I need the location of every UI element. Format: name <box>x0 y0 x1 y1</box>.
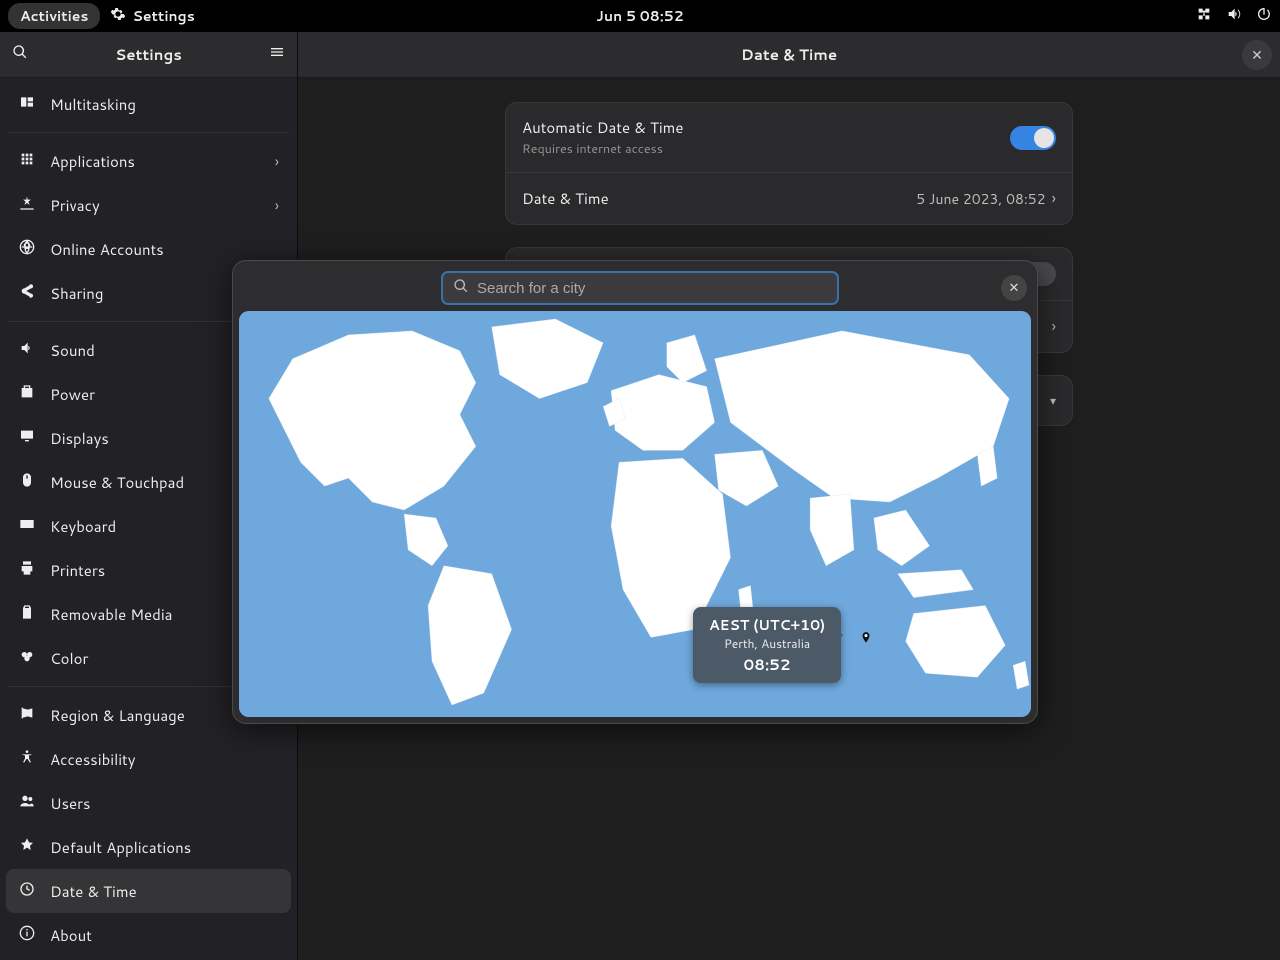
sidebar-item-label: Multitasking <box>50 94 279 115</box>
sidebar-item-accessibility[interactable]: Accessibility <box>6 737 291 781</box>
datetime-group: Automatic Date & Time Requires internet … <box>505 102 1073 225</box>
auto-datetime-switch[interactable] <box>1010 126 1056 150</box>
chevron-right-icon: › <box>1052 187 1056 210</box>
page-title: Date & Time <box>336 44 1242 65</box>
world-map-svg <box>239 311 1031 717</box>
power-icon <box>18 384 36 405</box>
hamburger-menu-icon[interactable] <box>257 43 297 66</box>
datetime-row[interactable]: Date & Time 5 June 2023, 08:52 › <box>506 172 1072 224</box>
sidebar-item-date-time[interactable]: Date & Time <box>6 869 291 913</box>
close-button[interactable]: ✕ <box>1242 40 1272 70</box>
system-tray <box>1196 6 1272 27</box>
multitasking-icon <box>18 94 36 115</box>
sidebar-item-default-applications[interactable]: Default Applications <box>6 825 291 869</box>
timezone-tooltip: AEST (UTC+10) Perth, Australia 08:52 <box>693 607 841 683</box>
sidebar-item-label: Default Applications <box>50 837 279 858</box>
sidebar-item-multitasking[interactable]: Multitasking <box>6 82 291 126</box>
sidebar-item-label: Online Accounts <box>50 239 279 260</box>
chevron-right-icon: › <box>1052 315 1056 338</box>
auto-datetime-sub: Requires internet access <box>522 140 1010 158</box>
tooltip-city: Perth, Australia <box>709 635 825 652</box>
top-bar: Activities Settings Jun 5 08:52 <box>0 0 1280 32</box>
sidebar-item-label: Privacy <box>50 195 261 216</box>
apps-icon <box>18 151 36 172</box>
datetime-icon <box>18 881 36 902</box>
gear-icon <box>110 6 126 27</box>
search-icon <box>453 277 469 300</box>
sidebar-item-label: Users <box>50 793 279 814</box>
displays-icon <box>18 428 36 449</box>
clock[interactable]: Jun 5 08:52 <box>596 6 683 26</box>
timezone-dialog: ✕ <box>232 260 1038 724</box>
location-pin-icon <box>859 629 873 643</box>
sidebar-item-applications[interactable]: Applications › <box>6 139 291 183</box>
sidebar-item-privacy[interactable]: Privacy › <box>6 183 291 227</box>
sidebar-separator <box>8 132 289 133</box>
tooltip-tz: AEST (UTC+10) <box>709 615 825 635</box>
tz-dialog-header: ✕ <box>239 267 1031 311</box>
default-apps-icon <box>18 837 36 858</box>
tooltip-time: 08:52 <box>709 654 825 675</box>
sidebar-item-label: Applications <box>50 151 261 172</box>
datetime-title: Date & Time <box>522 188 916 209</box>
datetime-value: 5 June 2023, 08:52 <box>916 189 1045 209</box>
chevron-right-icon: › <box>275 151 279 172</box>
app-menu[interactable]: Settings <box>110 6 194 27</box>
sharing-icon <box>18 283 36 304</box>
removable-icon <box>18 604 36 625</box>
network-icon[interactable] <box>1196 6 1212 27</box>
color-icon <box>18 648 36 669</box>
keyboard-icon <box>18 516 36 537</box>
online-accounts-icon <box>18 239 36 260</box>
sidebar-item-label: Accessibility <box>50 749 279 770</box>
printers-icon <box>18 560 36 581</box>
privacy-icon <box>18 195 36 216</box>
auto-datetime-row: Automatic Date & Time Requires internet … <box>506 103 1072 172</box>
activities-button[interactable]: Activities <box>8 3 100 29</box>
world-map[interactable]: AEST (UTC+10) Perth, Australia 08:52 <box>239 311 1031 717</box>
city-search-field[interactable] <box>441 271 839 305</box>
sidebar-item-about[interactable]: About <box>6 913 291 957</box>
dialog-close-button[interactable]: ✕ <box>1001 275 1027 301</box>
sidebar-header: Settings <box>0 32 297 78</box>
region-icon <box>18 705 36 726</box>
mouse-icon <box>18 472 36 493</box>
auto-datetime-title: Automatic Date & Time <box>522 117 1010 138</box>
volume-icon[interactable] <box>1226 6 1242 27</box>
sound-icon <box>18 340 36 361</box>
users-icon <box>18 793 36 814</box>
sidebar-item-label: About <box>50 925 279 946</box>
sidebar-title: Settings <box>40 44 257 65</box>
app-menu-label: Settings <box>132 6 194 26</box>
chevron-right-icon: › <box>275 195 279 216</box>
about-icon <box>18 925 36 946</box>
power-icon[interactable] <box>1256 6 1272 27</box>
content-header: Date & Time ✕ <box>298 32 1280 78</box>
city-search-input[interactable] <box>477 280 827 297</box>
accessibility-icon <box>18 749 36 770</box>
search-button[interactable] <box>0 43 40 66</box>
chevron-down-icon: ▾ <box>1050 392 1056 409</box>
sidebar-item-label: Date & Time <box>50 881 279 902</box>
sidebar-item-users[interactable]: Users <box>6 781 291 825</box>
